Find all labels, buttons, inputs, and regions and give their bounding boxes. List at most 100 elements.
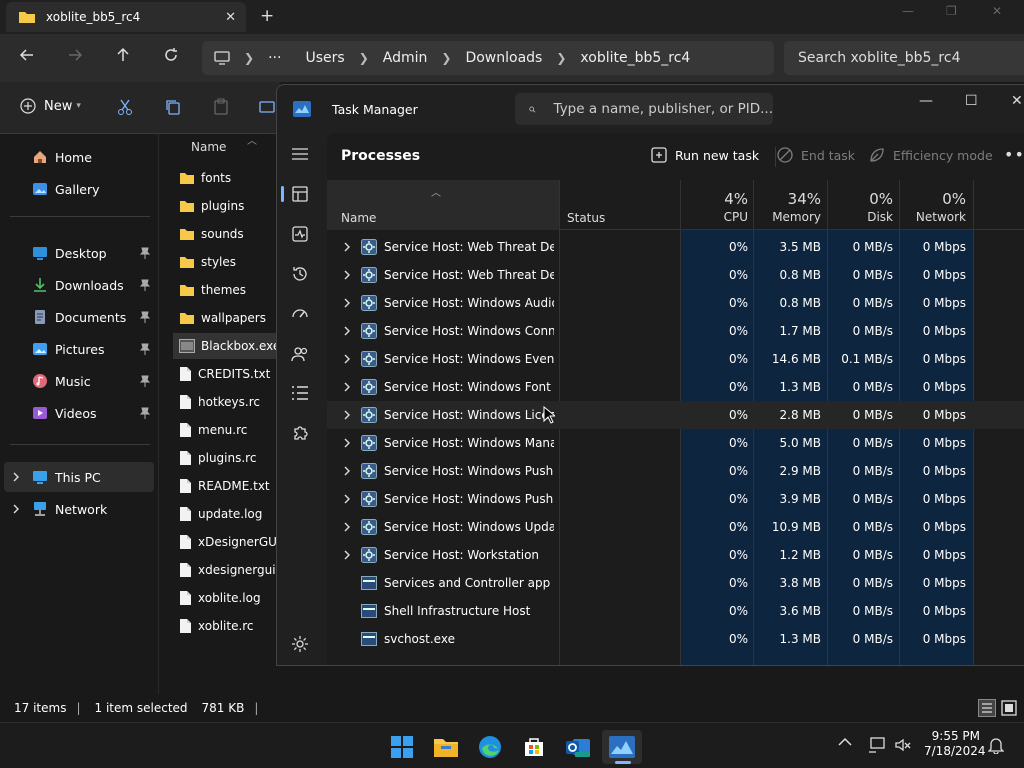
process-row[interactable]: Service Host: Windows Conne... 0% 1.7 MB 0 … [327, 317, 1024, 345]
tm-minimize-icon[interactable]: — [919, 93, 933, 109]
volume-muted-icon[interactable] [894, 736, 912, 754]
expand-chevron-icon[interactable] [343, 494, 351, 504]
refresh-icon[interactable] [162, 46, 180, 64]
pin-icon[interactable] [140, 247, 150, 259]
minimize-icon[interactable]: — [902, 4, 914, 18]
file-list-item[interactable]: themes [173, 277, 281, 303]
tiles-view-icon[interactable] [1000, 699, 1018, 717]
file-list-item[interactable]: plugins [173, 193, 281, 219]
end-task-button[interactable]: End task [777, 147, 855, 163]
expand-chevron-icon[interactable] [343, 326, 351, 336]
pin-icon[interactable] [140, 407, 150, 419]
process-row[interactable]: Shell Infrastructure Host 0% 3.6 MB 0 MB/s 0… [327, 597, 1024, 625]
process-row[interactable]: Service Host: Web Threat Defe... 0% 0.8 MB… [327, 261, 1024, 289]
column-header-network[interactable]: 0% Network [899, 180, 966, 230]
breadcrumb-users[interactable]: Users [305, 50, 344, 66]
chevron-right-icon[interactable] [12, 472, 20, 482]
nav-network[interactable]: Network [4, 494, 154, 524]
process-row[interactable]: Service Host: Windows Manag... 0% 5.0 MB 0 … [327, 429, 1024, 457]
file-list-item[interactable]: hotkeys.rc [173, 389, 281, 415]
paste-icon[interactable] [212, 98, 230, 116]
file-list-item[interactable]: fonts [173, 165, 281, 191]
services-puzzle-icon[interactable] [291, 425, 309, 443]
column-header-status[interactable]: Status [567, 211, 605, 225]
process-row[interactable]: Services and Controller app 0% 3.8 MB 0 MB/… [327, 569, 1024, 597]
expand-chevron-icon[interactable] [343, 270, 351, 280]
nav-home[interactable]: Home [4, 142, 154, 172]
hamburger-menu-icon[interactable] [291, 147, 309, 161]
new-tab-plus-icon[interactable]: + [260, 6, 274, 26]
app-history-icon[interactable] [291, 265, 309, 283]
file-list-item[interactable]: wallpapers [173, 305, 281, 331]
nav-this-pc[interactable]: This PC [4, 462, 154, 492]
file-list-item[interactable]: plugins.rc [173, 445, 281, 471]
network-tray-icon[interactable] [868, 736, 886, 754]
tm-close-icon[interactable]: ✕ [1011, 93, 1023, 109]
expand-chevron-icon[interactable] [343, 466, 351, 476]
details-list-icon[interactable] [291, 385, 309, 401]
column-header-disk[interactable]: 0% Disk [827, 180, 893, 230]
system-clock[interactable]: 9:55 PM 7/18/2024 [924, 729, 986, 759]
back-arrow-icon[interactable] [18, 46, 36, 64]
nav-downloads[interactable]: Downloads [4, 270, 154, 300]
process-row[interactable]: Service Host: Windows Push ... 0% 2.9 MB 0 … [327, 457, 1024, 485]
efficiency-mode-button[interactable]: Efficiency mode [869, 147, 993, 163]
explorer-tab[interactable]: xoblite_bb5_rc4 ✕ [6, 2, 246, 32]
taskbar-store[interactable] [514, 730, 554, 764]
chevron-right-icon[interactable] [12, 504, 20, 514]
notification-bell-icon[interactable] [988, 736, 1004, 754]
nav-pictures[interactable]: Pictures [4, 334, 154, 364]
process-row[interactable]: Service Host: Windows License... 0% 2.8 MB… [327, 401, 1024, 429]
taskbar-file-explorer[interactable] [426, 730, 466, 764]
file-list-item[interactable]: styles [173, 249, 281, 275]
expand-chevron-icon[interactable] [343, 550, 351, 560]
startup-apps-icon[interactable] [291, 305, 309, 323]
process-row[interactable]: Service Host: Web Threat Defe... 0% 3.5 MB… [327, 233, 1024, 261]
restore-icon[interactable]: ❐ [946, 4, 957, 18]
file-list-item[interactable]: Blackbox.exe [173, 333, 281, 359]
column-header-name[interactable]: Name [341, 211, 376, 225]
process-row[interactable]: Service Host: Windows Audio ... 0% 0.8 MB 0… [327, 289, 1024, 317]
chevron-up-icon[interactable] [838, 737, 852, 747]
more-options-icon[interactable]: ••• [1004, 145, 1024, 164]
file-list-item[interactable]: README.txt [173, 473, 281, 499]
tm-maximize-icon[interactable]: ☐ [965, 93, 978, 109]
column-header-cpu[interactable]: 4% CPU [681, 180, 748, 230]
nav-documents[interactable]: Documents [4, 302, 154, 332]
column-header-memory[interactable]: 34% Memory [753, 180, 821, 230]
close-window-icon[interactable]: ✕ [992, 4, 1002, 18]
new-button[interactable]: New ▾ [20, 98, 81, 114]
file-list-item[interactable]: xoblite.rc [173, 613, 281, 639]
tab-close-icon[interactable]: ✕ [225, 10, 236, 25]
nav-videos[interactable]: Videos [4, 398, 154, 428]
breadcrumb-overflow[interactable]: ··· [268, 50, 281, 66]
nav-gallery[interactable]: Gallery [4, 174, 154, 204]
file-list-item[interactable]: sounds [173, 221, 281, 247]
processes-icon[interactable] [291, 185, 309, 203]
run-new-task-button[interactable]: Run new task [651, 147, 759, 163]
expand-chevron-icon[interactable] [343, 298, 351, 308]
breadcrumb-admin[interactable]: Admin [383, 50, 428, 66]
process-row[interactable]: Service Host: Windows Update 0% 10.9 MB 0 M… [327, 513, 1024, 541]
file-list-item[interactable]: xoblite.log [173, 585, 281, 611]
pin-icon[interactable] [140, 279, 150, 291]
expand-chevron-icon[interactable] [343, 354, 351, 364]
process-row[interactable]: svchost.exe 0% 1.3 MB 0 MB/s 0 Mbps [327, 625, 1024, 653]
pin-icon[interactable] [140, 343, 150, 355]
process-row[interactable]: Service Host: Windows Font C... 0% 1.3 MB 0… [327, 373, 1024, 401]
file-list-item[interactable]: menu.rc [173, 417, 281, 443]
expand-chevron-icon[interactable] [343, 522, 351, 532]
taskbar-task-manager[interactable] [602, 730, 642, 764]
forward-arrow-icon[interactable] [66, 46, 84, 64]
sort-up-icon[interactable]: ︿ [247, 132, 257, 147]
expand-chevron-icon[interactable] [343, 242, 351, 252]
column-header-name[interactable]: Name [191, 140, 226, 154]
breadcrumb-downloads[interactable]: Downloads [465, 50, 542, 66]
file-list-item[interactable]: xdesignergui.rc [173, 557, 281, 583]
address-bar[interactable]: ❯ ··· ❯ Users ❯ Admin ❯ Downloads ❯ xobl… [202, 41, 774, 75]
taskbar-outlook[interactable] [558, 730, 598, 764]
expand-chevron-icon[interactable] [343, 382, 351, 392]
file-list-item[interactable]: update.log [173, 501, 281, 527]
breadcrumb-current-folder[interactable]: xoblite_bb5_rc4 [580, 50, 690, 66]
users-icon[interactable] [291, 345, 309, 363]
